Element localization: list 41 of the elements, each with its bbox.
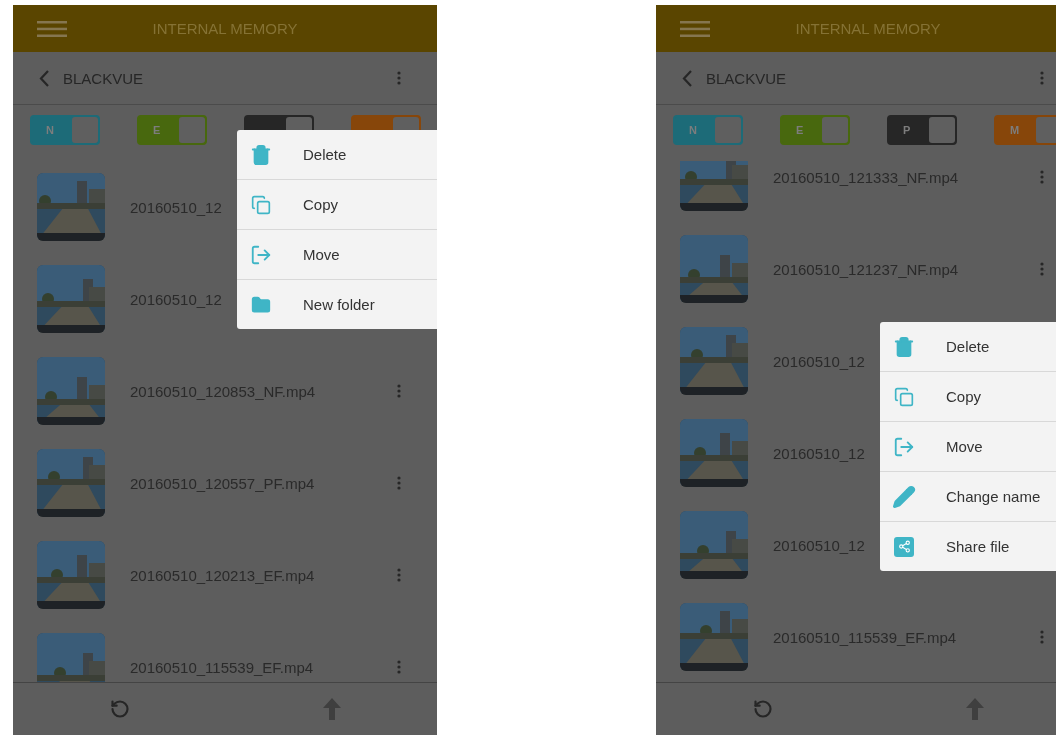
upload-arrow-icon[interactable] [965,698,984,720]
more-icon[interactable] [397,476,401,490]
folder-title: BLACKVUE [63,69,145,87]
menu-item[interactable]: Change name [880,472,1056,522]
more-icon[interactable] [1040,262,1044,276]
menu-item[interactable]: Share file [880,522,1056,571]
menu-icon[interactable] [680,20,710,37]
pencil-icon [892,484,916,509]
copy-icon [894,386,914,407]
copy-icon [251,194,271,215]
upload-arrow-icon[interactable] [322,698,341,720]
folder-title: BLACKVUE [706,69,788,87]
menu-item[interactable]: Delete [237,130,437,180]
menu-item[interactable]: New folder [237,280,437,329]
filter-toggle[interactable]: N [673,115,743,145]
folder-icon [251,294,271,315]
filter-toggle[interactable]: N [30,115,100,145]
more-icon[interactable] [397,71,401,85]
menu-item[interactable]: Move [880,422,1056,472]
more-icon[interactable] [397,568,401,582]
back-icon[interactable] [682,69,692,87]
back-icon[interactable] [39,69,49,87]
more-icon[interactable] [1040,630,1044,644]
menu-item[interactable]: Delete [880,322,1056,372]
trash-icon [250,143,272,166]
filter-toggle[interactable]: P [887,115,957,145]
filter-toggle[interactable]: E [780,115,850,145]
menu-item[interactable]: Copy [237,180,437,230]
share-icon [894,536,914,557]
more-icon[interactable] [1040,71,1044,85]
more-icon[interactable] [1040,170,1044,184]
menu-icon[interactable] [37,20,67,37]
trash-icon [893,335,915,358]
menu-item[interactable]: Copy [880,372,1056,422]
more-icon[interactable] [397,660,401,674]
menu-item[interactable]: Move [237,230,437,280]
filter-toggle[interactable]: M [994,115,1056,145]
refresh-icon[interactable] [109,699,130,719]
more-icon[interactable] [397,384,401,398]
refresh-icon[interactable] [752,699,773,719]
filter-toggle[interactable]: E [137,115,207,145]
